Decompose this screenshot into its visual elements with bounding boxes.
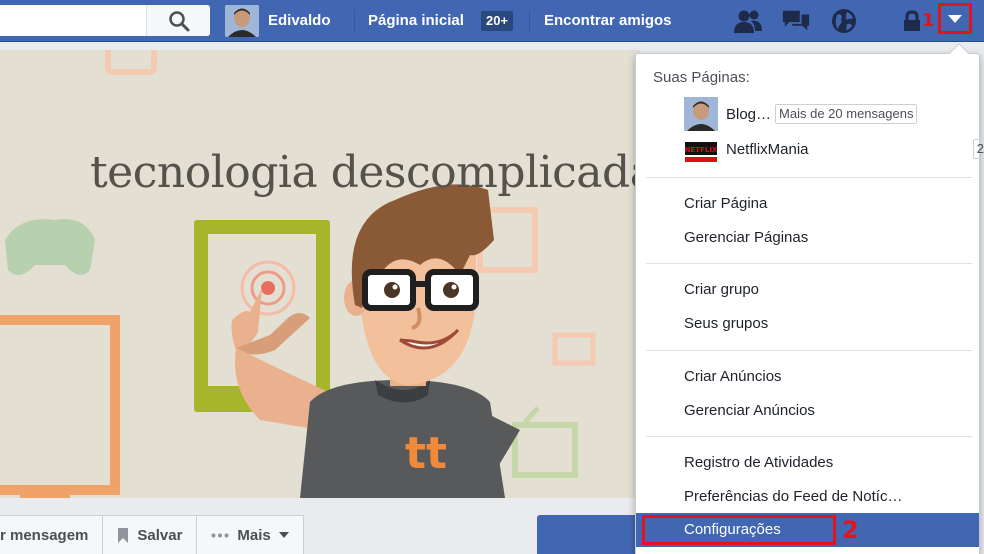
account-dropdown-menu: Suas Páginas: Blog… Mais de 20 mensagens…: [635, 43, 984, 554]
page-action-bar: r mensagem Salvar Mais: [0, 515, 304, 554]
friend-requests-icon: [734, 10, 762, 33]
send-message-label: r mensagem: [0, 526, 89, 544]
annotation-number-2: 2: [842, 516, 859, 544]
messages-icon: [782, 10, 810, 31]
notifications-button[interactable]: [829, 8, 859, 34]
cover-photo: tt tecnologia descomplicada: [0, 50, 640, 498]
svg-text:NETFLIX: NETFLIX: [685, 146, 718, 154]
nav-divider: [529, 10, 530, 32]
notifications-globe-icon: [832, 9, 856, 33]
search-button[interactable]: [146, 5, 210, 36]
menu-divider: [646, 350, 972, 351]
your-pages-heading: Suas Páginas:: [653, 69, 750, 86]
cover-illustration: tt: [0, 50, 640, 498]
send-message-button[interactable]: r mensagem: [0, 515, 103, 554]
find-friends-link[interactable]: Encontrar amigos: [544, 12, 672, 29]
search-input[interactable]: [0, 5, 210, 36]
menu-item-activity-log[interactable]: Registro de Atividades: [684, 454, 833, 471]
privacy-lock-icon: [904, 10, 920, 31]
menu-item-your-groups[interactable]: Seus grupos: [684, 315, 768, 332]
page-item-blog[interactable]: Blog… Mais de 20 mensagens: [684, 96, 944, 132]
cover-title: tecnologia descomplicada: [90, 147, 640, 198]
menu-item-create-page[interactable]: Criar Página: [684, 195, 767, 212]
settings-label: Configurações: [684, 521, 781, 538]
nav-divider: [354, 10, 355, 32]
chevron-down-icon: [948, 14, 962, 23]
menu-divider: [646, 177, 972, 178]
page-name: NetflixMania: [726, 140, 809, 158]
menu-item-manage-pages[interactable]: Gerenciar Páginas: [684, 229, 808, 246]
more-label: Mais: [237, 526, 271, 544]
menu-item-create-ads[interactable]: Criar Anúncios: [684, 368, 782, 385]
menu-divider: [646, 436, 972, 437]
messages-button[interactable]: [781, 8, 811, 34]
home-notification-badge: 20+: [481, 11, 514, 31]
annotation-number-1: 1: [922, 10, 935, 31]
page-notification-count: 2: [972, 139, 984, 159]
page-messages-badge: Mais de 20 mensagens: [775, 104, 918, 124]
page-avatar: [684, 97, 718, 131]
menu-divider: [646, 263, 972, 264]
home-link[interactable]: Página inicial: [368, 12, 464, 29]
account-menu-button[interactable]: [938, 3, 972, 34]
bookmark-icon: [118, 527, 129, 543]
save-label: Salvar: [137, 526, 183, 544]
menu-caret: [949, 43, 969, 63]
primary-action-button[interactable]: [537, 515, 647, 554]
menu-item-news-feed-preferences[interactable]: Preferências do Feed de Notíc…: [684, 488, 902, 505]
more-dots-icon: [211, 533, 229, 537]
privacy-shortcuts-button[interactable]: [900, 8, 924, 34]
user-avatar[interactable]: [225, 5, 259, 37]
page-item-netflixmania[interactable]: NETFLIX NetflixMania 2: [684, 131, 984, 167]
search-icon: [168, 10, 189, 31]
top-navigation-bar: Edivaldo Página inicial 20+ Encontrar am…: [0, 0, 984, 42]
friend-requests-button[interactable]: [733, 8, 763, 34]
save-button[interactable]: Salvar: [102, 515, 197, 554]
more-button[interactable]: Mais: [196, 515, 304, 554]
page-name: Blog…: [726, 105, 772, 123]
page-avatar: NETFLIX: [684, 132, 718, 166]
profile-link[interactable]: Edivaldo: [268, 12, 331, 29]
menu-item-settings[interactable]: Configurações 2: [636, 513, 979, 547]
shirt-logo: tt: [405, 428, 447, 479]
menu-item-manage-ads[interactable]: Gerenciar Anúncios: [684, 402, 815, 419]
caret-down-icon: [278, 532, 289, 538]
menu-item-create-group[interactable]: Criar grupo: [684, 281, 759, 298]
